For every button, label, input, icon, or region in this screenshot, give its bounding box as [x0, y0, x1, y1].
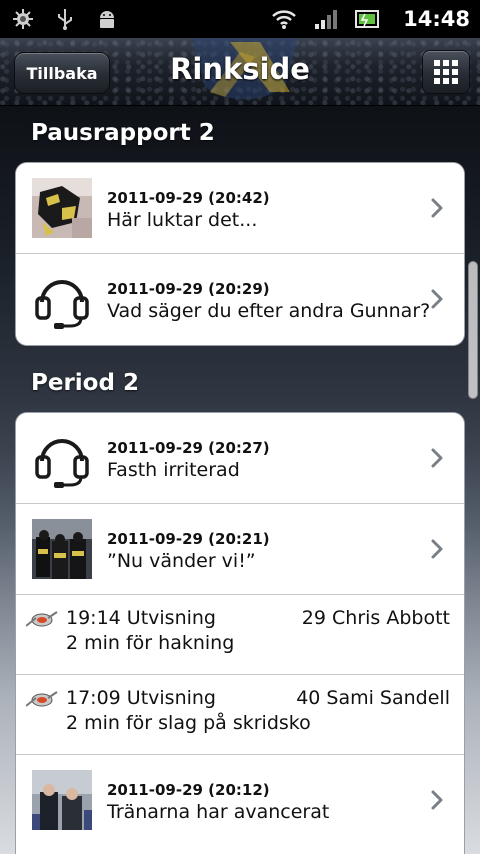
team-photo-thumbnail	[32, 519, 92, 579]
android-icon	[94, 6, 120, 32]
item-title: Fasth irriterad	[107, 459, 240, 481]
event-time: 17:09 Utvisning	[66, 687, 216, 709]
item-title: Här luktar det...	[107, 209, 258, 231]
wifi-icon	[271, 6, 297, 32]
item-date: 2011-09-29 (20:12)	[107, 781, 270, 799]
section-title-period: Period 2	[31, 370, 139, 396]
list-item[interactable]: 2011-09-29 (20:27) Fasth irriterad	[16, 413, 464, 504]
scrollbar-thumb[interactable]	[468, 261, 478, 399]
clock-time: 14:48	[403, 7, 470, 31]
chevron-right-icon	[431, 448, 443, 468]
usb-icon	[52, 6, 78, 32]
item-date: 2011-09-29 (20:29)	[107, 280, 270, 298]
item-title: ”Nu vänder vi!”	[107, 550, 256, 572]
penalty-whistle-icon	[26, 611, 58, 627]
section-card-period: 2011-09-29 (20:27) Fasth irriterad 2011-…	[15, 412, 465, 854]
list-item[interactable]: 2011-09-29 (20:29) Vad säger du efter an…	[16, 254, 464, 345]
menu-grid-button[interactable]	[422, 50, 470, 94]
section-card-pausrapport: 2011-09-29 (20:42) Här luktar det... 201…	[15, 162, 465, 346]
item-date: 2011-09-29 (20:27)	[107, 439, 270, 457]
settings-chip-icon	[10, 6, 36, 32]
event-player: 40 Sami Sandell	[296, 687, 450, 709]
grid-icon	[434, 60, 458, 84]
section-title-pausrapport: Pausrapport 2	[31, 120, 215, 146]
penalty-event-row: 17:09 Utvisning 40 Sami Sandell 2 min fö…	[16, 675, 464, 755]
player-photo-thumbnail	[32, 178, 92, 238]
chevron-right-icon	[431, 790, 443, 810]
headset-icon	[35, 280, 89, 329]
list-item[interactable]: 2011-09-29 (20:42) Här luktar det...	[16, 163, 464, 254]
event-detail: 2 min för slag på skridsko	[66, 712, 311, 734]
headset-icon	[35, 439, 89, 488]
status-bar: 14:48	[0, 0, 480, 38]
item-title: Tränarna har avancerat	[107, 801, 330, 823]
penalty-whistle-icon	[26, 691, 58, 707]
item-date: 2011-09-29 (20:42)	[107, 189, 270, 207]
chevron-right-icon	[431, 198, 443, 218]
item-date: 2011-09-29 (20:21)	[107, 530, 270, 548]
battery-icon	[355, 6, 381, 32]
signal-icon	[313, 6, 339, 32]
event-player: 29 Chris Abbott	[301, 607, 450, 629]
event-time: 19:14 Utvisning	[66, 607, 216, 629]
event-detail: 2 min för hakning	[66, 632, 235, 654]
chevron-right-icon	[431, 539, 443, 559]
penalty-event-row: 19:14 Utvisning 29 Chris Abbott 2 min fö…	[16, 595, 464, 675]
chevron-right-icon	[431, 289, 443, 309]
feed-list[interactable]: Pausrapport 2 2011-09-29 (20:42) Här luk…	[0, 106, 480, 854]
item-title: Vad säger du efter andra Gunnar?	[107, 300, 431, 322]
coaches-photo-thumbnail	[32, 770, 92, 830]
list-item[interactable]: 2011-09-29 (20:21) ”Nu vänder vi!”	[16, 504, 464, 595]
list-item[interactable]: 2011-09-29 (20:12) Tränarna har avancera…	[16, 755, 464, 846]
app-header: Tillbaka Rinkside	[0, 38, 480, 106]
page-title: Rinkside	[170, 52, 310, 86]
